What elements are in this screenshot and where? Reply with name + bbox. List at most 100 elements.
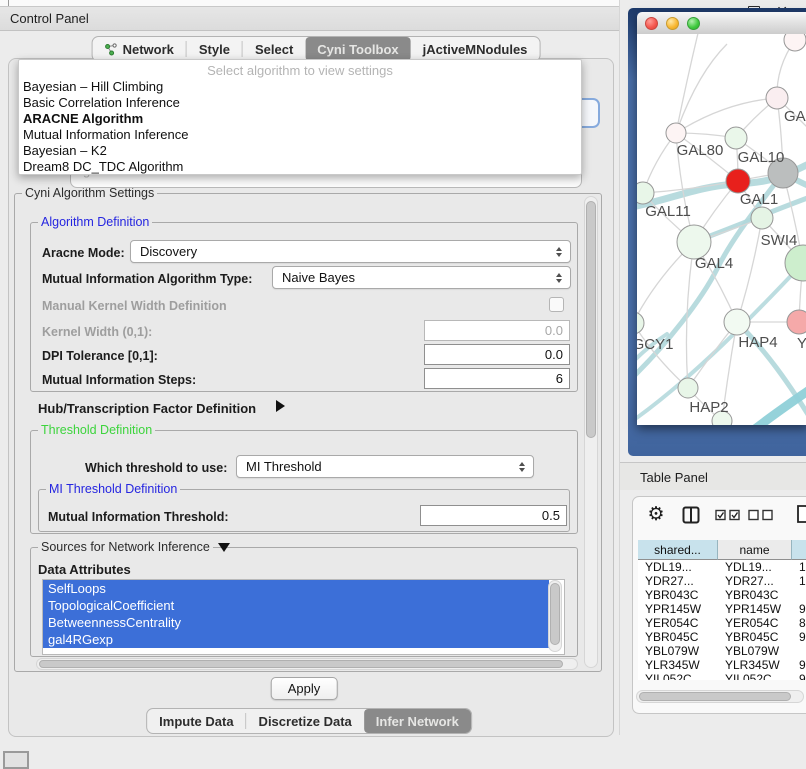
table-hscrollbar-thumb[interactable] — [639, 692, 791, 701]
table-header-row: shared...name — [638, 540, 806, 560]
split-columns-icon[interactable] — [682, 506, 700, 524]
table-row[interactable]: YBR043CYBR043C — [638, 588, 806, 602]
settings-hscrollbar-thumb[interactable] — [39, 660, 563, 668]
minimize-traffic-light-icon[interactable] — [666, 17, 679, 30]
column-header-shared[interactable]: shared... — [638, 540, 718, 560]
table-cell: YDR27... — [638, 574, 718, 588]
which-threshold-value: MI Threshold — [246, 459, 322, 474]
network-canvas[interactable]: GALGAL80GAL10GAL1GAL11SWI4GAL4GCY1HAP4YH… — [637, 34, 806, 425]
algorithm-option-bayesian-k2[interactable]: Bayesian – K2 — [19, 143, 581, 159]
network-node[interactable] — [678, 378, 698, 398]
mi-threshold-field[interactable]: 0.5 — [420, 505, 567, 526]
column-header-col2[interactable] — [792, 540, 806, 560]
gear-glyph: ⚙ — [647, 503, 664, 526]
mi-steps-value: 6 — [556, 371, 563, 386]
mi-threshold-value: 0.5 — [542, 508, 560, 523]
tab-discretize-data[interactable]: Discretize Data — [247, 709, 364, 733]
attribute-item-gal4rgexp[interactable]: gal4RGexp — [43, 631, 549, 648]
network-node[interactable] — [666, 123, 686, 143]
table-cell: 9. — [792, 658, 806, 672]
algorithm-option-bayesian-hill-climbing[interactable]: Bayesian – Hill Climbing — [19, 79, 581, 95]
mi-type-combo[interactable]: Naive Bayes — [272, 266, 571, 289]
table-row[interactable]: YBL079WYBL079W — [638, 644, 806, 658]
node-label-y: Y — [797, 335, 806, 352]
table-cell: YIL052C — [718, 672, 792, 680]
aracne-mode-value: Discovery — [140, 244, 197, 259]
network-node[interactable] — [751, 207, 773, 229]
attribute-item-betweennesscentrality[interactable]: BetweennessCentrality — [43, 614, 549, 631]
network-node[interactable] — [787, 310, 806, 334]
network-node[interactable] — [784, 34, 806, 51]
attr-list-scrollbar-thumb[interactable] — [550, 583, 560, 645]
attribute-item-topologicalcoefficient[interactable]: TopologicalCoefficient — [43, 597, 549, 614]
algorithm-option-basic-correlation-inference[interactable]: Basic Correlation Inference — [19, 95, 581, 111]
network-node[interactable] — [724, 309, 750, 335]
collapse-down-icon[interactable] — [218, 543, 230, 552]
node-label-swi4: SWI4 — [761, 232, 798, 249]
table-row[interactable]: YPR145WYPR145W9. — [638, 602, 806, 616]
attribute-item-selfloops[interactable]: SelfLoops — [43, 580, 549, 597]
data-attributes-list[interactable]: SelfLoopsTopologicalCoefficientBetweenne… — [42, 579, 565, 655]
network-node[interactable] — [637, 312, 644, 334]
table-panel-titlebar: Table Panel — [620, 462, 806, 492]
table-row[interactable]: YBR045CYBR045C9. — [638, 630, 806, 644]
tab-jactivemnodules[interactable]: jActiveMNodules — [411, 37, 540, 61]
manual-kernel-checkbox[interactable] — [549, 297, 564, 312]
algorithm-option-dream8-dc-tdc-algorithm[interactable]: Dream8 DC_TDC Algorithm — [19, 159, 581, 175]
close-traffic-light-icon[interactable] — [645, 17, 658, 30]
table-row[interactable]: YDR27...YDR27...12 — [638, 574, 806, 588]
apply-button[interactable]: Apply — [271, 677, 338, 700]
network-node[interactable] — [785, 245, 806, 281]
network-node[interactable] — [766, 87, 788, 109]
settings-scrollbar-thumb[interactable] — [586, 201, 596, 438]
algorithm-option-aracne-algorithm[interactable]: ARACNE Algorithm — [19, 111, 581, 127]
tab-cyni-toolbox[interactable]: Cyni Toolbox — [305, 37, 410, 61]
column-header-name[interactable]: name — [718, 540, 792, 560]
table-cell: YDL19... — [718, 560, 792, 574]
hub-section-label[interactable]: Hub/Transcription Factor Definition — [38, 401, 256, 416]
tab-network[interactable]: Network — [93, 37, 186, 61]
network-window-titlebar[interactable] — [637, 12, 806, 35]
dpi-tolerance-field[interactable]: 0.0 — [424, 344, 570, 365]
settings-hscrollbar-track[interactable] — [36, 658, 578, 670]
table-cell: YDR27... — [718, 574, 792, 588]
new-table-icon[interactable] — [796, 504, 806, 524]
network-node[interactable] — [677, 225, 711, 259]
expand-right-icon[interactable] — [276, 400, 285, 412]
table-row[interactable]: YER054CYER054C8. — [638, 616, 806, 630]
node-label-gal80: GAL80 — [677, 142, 724, 159]
sources-title[interactable]: Sources for Network Inference — [38, 540, 213, 554]
gear-icon[interactable]: ⚙ — [646, 503, 666, 525]
tab-label: Impute Data — [159, 714, 233, 729]
settings-scrollbar-track[interactable] — [584, 196, 598, 668]
aracne-mode-combo[interactable]: Discovery — [130, 240, 571, 263]
tab-impute-data[interactable]: Impute Data — [147, 709, 245, 733]
mi-steps-field[interactable]: 6 — [424, 368, 570, 389]
network-window[interactable]: GALGAL80GAL10GAL1GAL11SWI4GAL4GCY1HAP4YH… — [637, 12, 806, 425]
attr-list-scrollbar-track[interactable] — [548, 580, 562, 652]
tab-select[interactable]: Select — [243, 37, 305, 61]
table-row[interactable]: YDL19...YDL19...13 — [638, 560, 806, 574]
which-threshold-combo[interactable]: MI Threshold — [236, 455, 534, 478]
select-all-checkboxes-icon[interactable] — [715, 509, 742, 521]
restore-panel-button[interactable] — [3, 751, 29, 769]
tab-style[interactable]: Style — [187, 37, 242, 61]
zoom-traffic-light-icon[interactable] — [687, 17, 700, 30]
table-row[interactable]: YIL052CYIL052C9 — [638, 672, 806, 680]
tab-infer-network[interactable]: Infer Network — [364, 709, 471, 733]
node-label-gal: GAL — [784, 108, 806, 125]
tab-label: Network — [123, 42, 174, 57]
mi-type-value: Naive Bayes — [282, 270, 355, 285]
network-node[interactable] — [637, 182, 654, 204]
node-label-gal11: GAL11 — [645, 203, 691, 220]
algorithm-option-mutual-information-inference[interactable]: Mutual Information Inference — [19, 127, 581, 143]
algorithm-dropdown[interactable]: Select algorithm to view settings Bayesi… — [18, 59, 582, 175]
control-panel-title: Control Panel — [10, 11, 89, 26]
table-cell: 9 — [792, 672, 806, 680]
deselect-all-checkboxes-icon[interactable] — [748, 509, 775, 521]
network-node[interactable] — [725, 127, 747, 149]
table-hscrollbar-track[interactable] — [636, 690, 804, 703]
network-node[interactable] — [726, 169, 750, 193]
table-row[interactable]: YLR345WYLR345W9. — [638, 658, 806, 672]
kernel-width-value: 0.0 — [545, 323, 563, 338]
